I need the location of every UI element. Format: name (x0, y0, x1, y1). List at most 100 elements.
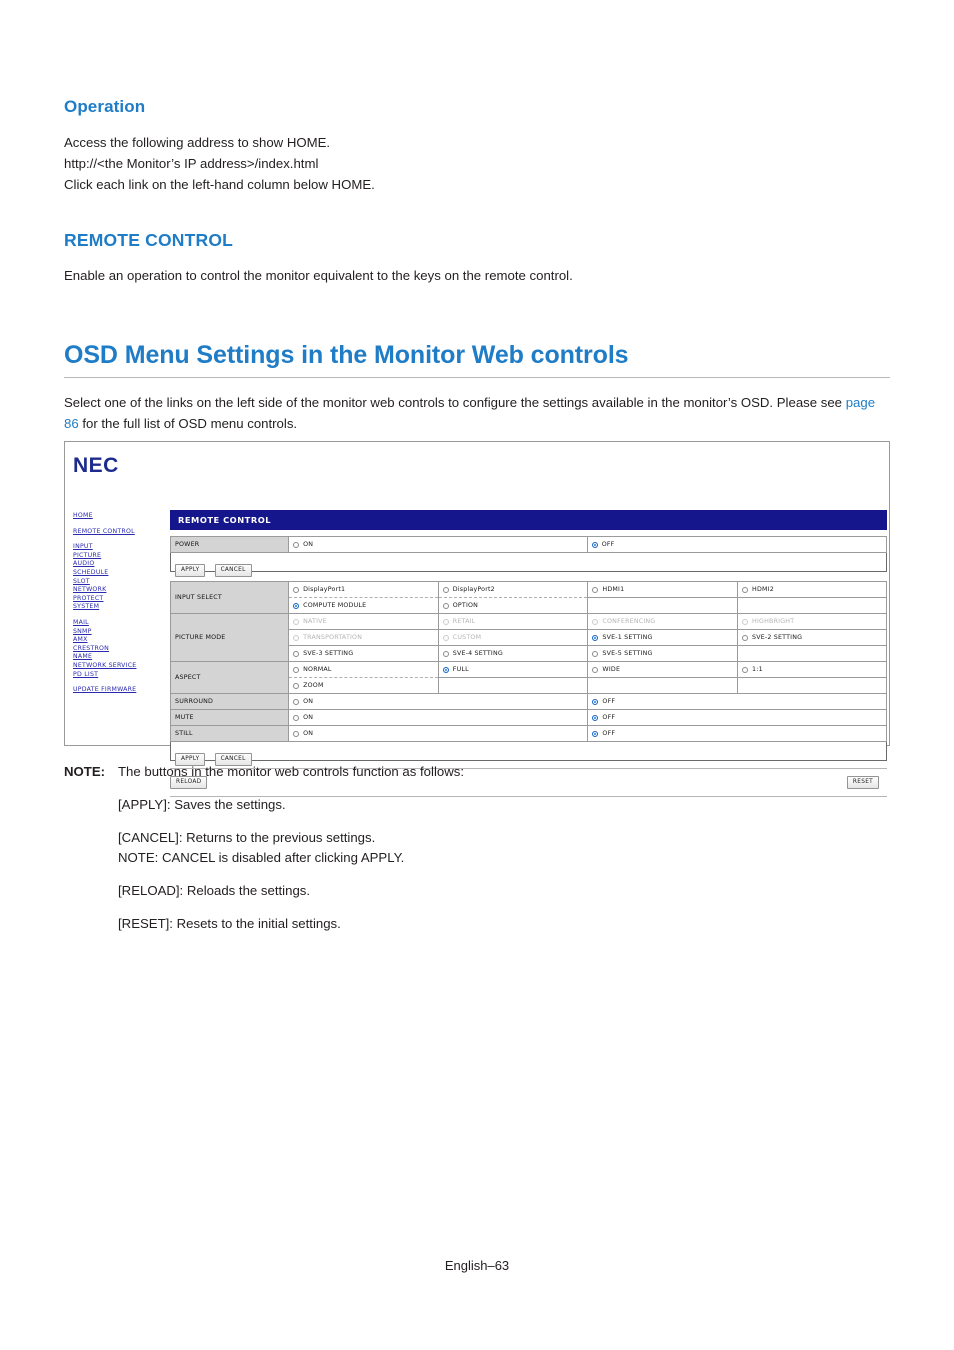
option-picture-transportation: TRANSPORTATION (288, 629, 439, 646)
row-label-mute: MUTE (169, 709, 290, 726)
option-mute-off[interactable]: OFF (587, 709, 887, 726)
option-input-displayport2[interactable]: DisplayPort2 (437, 581, 589, 598)
radio-icon (592, 618, 599, 625)
radio-icon (742, 618, 749, 625)
note-item-reload: [RELOAD]: Reloads the settings. (118, 881, 764, 901)
sidebar-item-snmp[interactable]: SNMP (73, 628, 173, 637)
option-picture-custom: CUSTOM (437, 629, 589, 646)
row-label-input-select: INPUT SELECT (169, 581, 290, 614)
radio-icon[interactable] (442, 602, 449, 609)
radio-icon[interactable] (293, 650, 300, 657)
note-label: NOTE: (64, 764, 106, 779)
radio-icon[interactable] (592, 650, 599, 657)
osd-intro: Select one of the links on the left side… (64, 392, 890, 434)
sidebar-item-name[interactable]: NAME (73, 653, 173, 662)
option-input-hdmi1[interactable]: HDMI1 (587, 581, 739, 598)
sidebar-item-network-service[interactable]: NETWORK SERVICE (73, 662, 173, 671)
sidebar-item-protect[interactable]: PROTECT (73, 595, 173, 604)
option-still-off[interactable]: OFF (587, 725, 887, 742)
radio-icon[interactable] (742, 586, 749, 593)
operation-line-3: Click each link on the left-hand column … (64, 177, 375, 192)
option-aspect-zoom[interactable]: ZOOM (288, 677, 439, 694)
option-aspect-1to1[interactable]: 1:1 (737, 661, 887, 678)
radio-icon[interactable] (293, 666, 300, 673)
remote-control-panel: REMOTE CONTROL POWER ON OFF APPLY CANCEL… (169, 510, 888, 797)
radio-icon (442, 618, 449, 625)
radio-icon (293, 634, 300, 641)
row-label-power: POWER (169, 536, 290, 553)
option-aspect-normal[interactable]: NORMAL (288, 661, 439, 678)
sidebar-item-amx[interactable]: AMX (73, 636, 173, 645)
radio-icon[interactable] (293, 714, 300, 721)
option-input-displayport1[interactable]: DisplayPort1 (288, 581, 439, 598)
table-row-input-select: INPUT SELECT DisplayPort1 DisplayPort2 H… (169, 581, 887, 614)
nec-logo: NEC (73, 454, 119, 477)
note-item-main: [RELOAD]: Reloads the settings. (118, 883, 311, 898)
radio-icon[interactable] (592, 586, 599, 593)
option-power-on[interactable]: ON (288, 536, 588, 553)
radio-icon[interactable] (442, 666, 449, 673)
option-input-option[interactable]: OPTION (437, 597, 589, 614)
radio-icon[interactable] (742, 666, 749, 673)
option-input-hdmi2[interactable]: HDMI2 (737, 581, 887, 598)
option-surround-on[interactable]: ON (288, 693, 589, 710)
option-still-on[interactable]: ON (288, 725, 589, 742)
sidebar-item-schedule[interactable]: SCHEDULE (73, 569, 173, 578)
sidebar-item-mail[interactable]: MAIL (73, 619, 173, 628)
option-mute-on[interactable]: ON (288, 709, 589, 726)
sidebar-item-network[interactable]: NETWORK (73, 586, 173, 595)
operation-line-1: Access the following address to show HOM… (64, 135, 331, 150)
page-footer: English–63 (444, 1258, 510, 1273)
option-power-off[interactable]: OFF (586, 536, 888, 553)
radio-icon[interactable] (592, 714, 599, 721)
apply-button[interactable]: APPLY (175, 564, 206, 577)
radio-icon[interactable] (293, 541, 300, 548)
settings-table: INPUT SELECT DisplayPort1 DisplayPort2 H… (169, 581, 887, 742)
sidebar-item-picture[interactable]: PICTURE (73, 552, 173, 561)
panel-header: REMOTE CONTROL (170, 510, 887, 530)
radio-icon[interactable] (742, 634, 749, 641)
option-picture-sve-2[interactable]: SVE-2 SETTING (737, 629, 887, 646)
option-picture-sve-4[interactable]: SVE-4 SETTING (437, 645, 589, 662)
radio-icon[interactable] (293, 682, 300, 689)
option-picture-sve-1[interactable]: SVE-1 SETTING (587, 629, 739, 646)
sidebar-item-home[interactable]: HOME (73, 512, 173, 521)
option-picture-sve-3[interactable]: SVE-3 SETTING (288, 645, 439, 662)
sidebar-item-system[interactable]: SYSTEM (73, 603, 173, 612)
sidebar-item-input[interactable]: INPUT (73, 543, 173, 552)
power-table: POWER ON OFF (169, 536, 888, 553)
cancel-button[interactable]: CANCEL (214, 564, 252, 577)
radio-icon[interactable] (592, 698, 599, 705)
heading-operation: Operation (64, 97, 146, 116)
option-surround-off[interactable]: OFF (587, 693, 887, 710)
radio-icon[interactable] (293, 602, 300, 609)
sidebar-item-update-firmware[interactable]: UPDATE FIRMWARE (73, 686, 173, 695)
radio-icon[interactable] (591, 541, 598, 548)
sidebar-item-slot[interactable]: SLOT (73, 578, 173, 587)
radio-icon[interactable] (592, 634, 599, 641)
radio-icon[interactable] (293, 698, 300, 705)
radio-icon[interactable] (592, 730, 599, 737)
option-picture-retail: RETAIL (437, 613, 589, 630)
radio-icon[interactable] (293, 730, 300, 737)
radio-icon[interactable] (442, 586, 449, 593)
sidebar-item-audio[interactable]: AUDIO (73, 560, 173, 569)
heading-remote-control: REMOTE CONTROL (64, 230, 234, 250)
sidebar-item-remote-control[interactable]: REMOTE CONTROL (73, 528, 173, 537)
sidebar-item-pd-list[interactable]: PD LIST (73, 671, 173, 680)
option-picture-sve-5[interactable]: SVE-5 SETTING (587, 645, 739, 662)
title-divider (64, 377, 890, 378)
reset-button[interactable]: RESET (846, 776, 879, 789)
empty-cell (737, 677, 887, 694)
option-aspect-wide[interactable]: WIDE (587, 661, 739, 678)
page-title: OSD Menu Settings in the Monitor Web con… (64, 341, 629, 369)
option-aspect-full[interactable]: FULL (437, 661, 589, 678)
option-input-compute-module[interactable]: COMPUTE MODULE (288, 597, 439, 614)
radio-icon[interactable] (442, 650, 449, 657)
empty-cell (737, 645, 887, 662)
radio-icon[interactable] (592, 666, 599, 673)
sidebar-item-crestron[interactable]: CRESTRON (73, 645, 173, 654)
radio-icon[interactable] (293, 586, 300, 593)
note-item-main: [RESET]: Resets to the initial settings. (118, 916, 341, 931)
document-body: Operation Access the following address t… (64, 96, 890, 463)
